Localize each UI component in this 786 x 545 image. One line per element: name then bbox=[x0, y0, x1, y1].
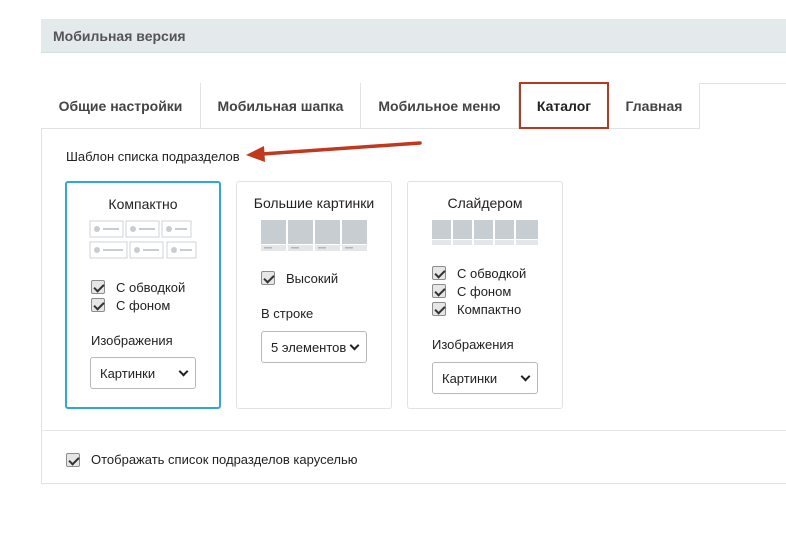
template-card-slider[interactable]: Слайдером С обводкой С фоном Компактно И… bbox=[407, 181, 563, 409]
checkbox-icon[interactable] bbox=[432, 266, 446, 280]
select-value: 5 элементов bbox=[271, 339, 347, 355]
checkbox-background[interactable]: С фоном bbox=[91, 297, 170, 313]
big-images-icon bbox=[261, 220, 367, 251]
checkbox-label: С обводкой bbox=[457, 265, 527, 281]
checkbox-label: Высокий bbox=[286, 270, 339, 286]
images-label: Изображения bbox=[91, 333, 173, 348]
row-count-select[interactable]: 5 элементов bbox=[261, 331, 367, 363]
checkbox-label: Компактно bbox=[457, 301, 522, 317]
tab-bar: Общие настройки Мобильная шапка Мобильно… bbox=[41, 82, 700, 129]
card-title: Компактно bbox=[108, 196, 178, 212]
tab-catalog[interactable]: Каталог bbox=[519, 82, 609, 129]
carousel-label: Отображать список подразделов каруселью bbox=[91, 452, 358, 467]
section-title: Мобильная версия bbox=[53, 28, 186, 44]
template-label: Шаблон списка подразделов bbox=[66, 149, 240, 164]
section-header: Мобильная версия bbox=[41, 19, 786, 53]
tab-main[interactable]: Главная bbox=[609, 83, 700, 129]
checkbox-icon[interactable] bbox=[261, 271, 275, 285]
checkbox-label: С фоном bbox=[457, 283, 512, 299]
tab-general-settings[interactable]: Общие настройки bbox=[41, 83, 201, 129]
checkbox-icon[interactable] bbox=[432, 284, 446, 298]
select-value: Картинки bbox=[442, 370, 498, 386]
carousel-option[interactable]: Отображать список подразделов каруселью bbox=[66, 452, 357, 467]
images-label: Изображения bbox=[432, 337, 514, 352]
images-select[interactable]: Картинки bbox=[432, 362, 538, 394]
checkbox-outline[interactable]: С обводкой bbox=[91, 279, 185, 295]
checkbox-icon[interactable] bbox=[432, 302, 446, 316]
tab-mobile-menu[interactable]: Мобильное меню bbox=[361, 83, 519, 129]
checkbox-outline[interactable]: С обводкой bbox=[432, 265, 526, 281]
divider bbox=[41, 430, 786, 431]
card-title: Слайдером bbox=[447, 195, 523, 211]
checkbox-icon[interactable] bbox=[91, 280, 105, 294]
checkbox-compact[interactable]: Компактно bbox=[432, 301, 521, 317]
chevron-down-icon bbox=[349, 340, 360, 351]
annotation-arrow-icon bbox=[246, 141, 422, 162]
checkbox-tall[interactable]: Высокий bbox=[261, 270, 338, 286]
checkbox-icon[interactable] bbox=[66, 452, 80, 467]
template-card-compact[interactable]: Компактно С обводкой С фоном Изображения… bbox=[65, 181, 221, 409]
checkbox-label: С фоном bbox=[116, 297, 171, 313]
row-count-label: В строке bbox=[261, 306, 314, 321]
checkbox-background[interactable]: С фоном bbox=[432, 283, 511, 299]
slider-icon bbox=[432, 220, 538, 245]
chevron-down-icon bbox=[178, 366, 189, 377]
checkbox-label: С обводкой bbox=[116, 279, 186, 295]
images-select[interactable]: Картинки bbox=[90, 357, 196, 389]
compact-list-icon bbox=[89, 220, 197, 259]
select-value: Картинки bbox=[100, 365, 156, 381]
card-title: Большие картинки bbox=[253, 195, 375, 211]
checkbox-icon[interactable] bbox=[91, 298, 105, 312]
chevron-down-icon bbox=[520, 371, 531, 382]
template-card-big-images[interactable]: Большие картинки Высокий В строке 5 элем… bbox=[236, 181, 392, 409]
tab-mobile-header[interactable]: Мобильная шапка bbox=[201, 83, 361, 129]
